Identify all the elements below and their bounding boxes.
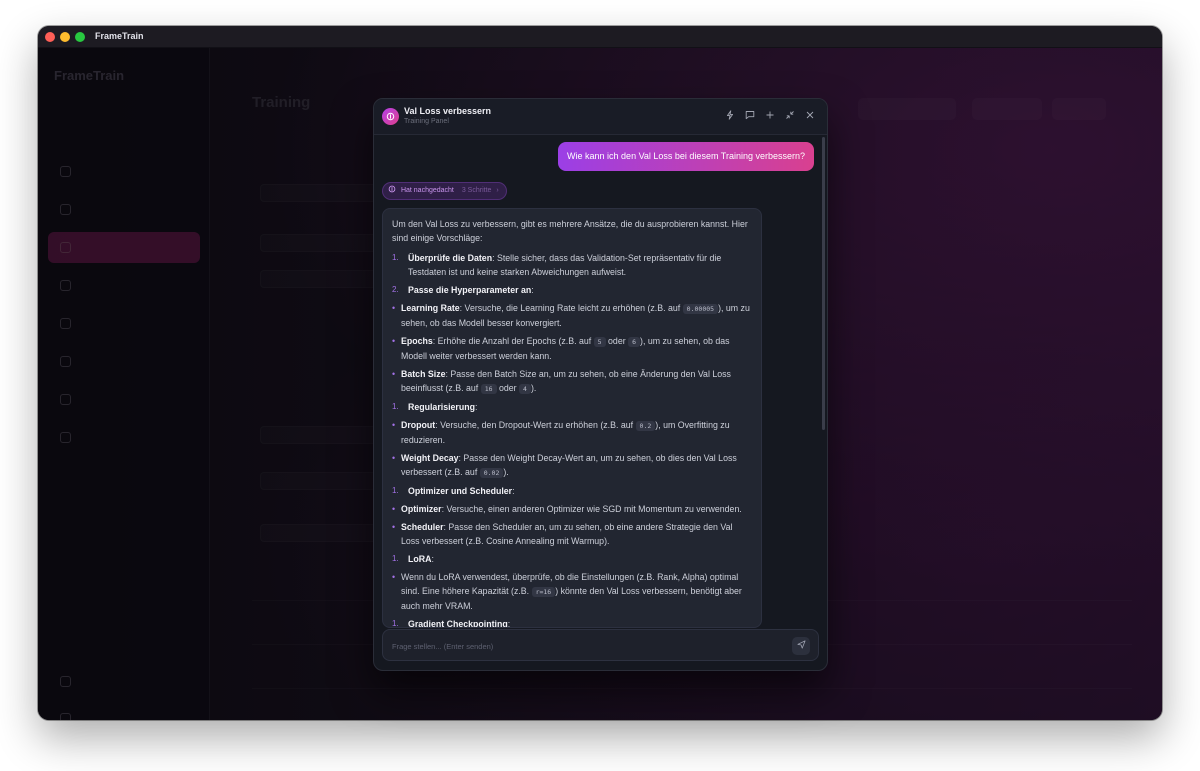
lightning-icon[interactable] (723, 110, 737, 124)
list-item: • Dropout: Versuche, den Dropout-Wert zu … (392, 418, 752, 447)
assistant-list: 1. Überprüfe die Daten: Stelle sicher, da… (392, 251, 752, 628)
collapse-icon[interactable] (783, 110, 797, 124)
item-text: : (531, 285, 534, 295)
number-marker: 1. (392, 486, 399, 495)
list-item: 2. Passe die Hyperparameter an: (392, 283, 752, 297)
code-value: 6 (628, 337, 641, 347)
item-term: Optimizer und Scheduler (408, 486, 513, 496)
bullet-marker: • (392, 504, 396, 514)
chat-composer (382, 629, 819, 661)
list-item: • Wenn du LoRA verwendest, überprüfe, ob … (392, 570, 752, 613)
code-value: 5 (593, 337, 606, 347)
chevron-right-icon: › (496, 187, 499, 194)
item-term: Optimizer (401, 504, 442, 514)
chat-icon[interactable] (743, 110, 757, 124)
close-icon[interactable] (803, 110, 817, 124)
send-icon (796, 640, 806, 649)
list-item: • Weight Decay: Passe den Weight Decay-We… (392, 451, 752, 480)
bullet-marker: • (392, 453, 396, 463)
item-text: : Passe den Scheduler an, um zu sehen, o… (401, 522, 733, 546)
item-text: : Erhöhe die Anzahl der Epochs (z.B. auf (432, 336, 594, 346)
list-item: 1. Optimizer und Scheduler: (392, 484, 752, 498)
item-term: Überprüfe die Daten (408, 253, 493, 263)
chat-title: Val Loss verbessern (404, 106, 492, 116)
list-item: • Epochs: Erhöhe die Anzahl der Epochs (z… (392, 334, 752, 363)
number-marker: 1. (392, 402, 399, 411)
code-value: 4 (519, 384, 531, 394)
number-marker: 2. (392, 285, 399, 294)
list-item: • Optimizer: Versuche, einen anderen Opti… (392, 502, 752, 516)
bullet-marker: • (392, 336, 396, 346)
thought-duration: 3 Schritte (461, 187, 492, 194)
assistant-intro: Um den Val Loss zu verbessern, gibt es m… (392, 219, 748, 243)
sparkle-icon (388, 185, 396, 193)
item-term: Weight Decay (401, 453, 459, 463)
item-term: Epochs (401, 336, 433, 346)
item-term: Passe die Hyperparameter an (408, 285, 532, 295)
item-term: Dropout (401, 420, 436, 430)
item-text: : (474, 402, 478, 412)
bullet-marker: • (392, 420, 396, 430)
item-term: Scheduler (401, 522, 444, 532)
list-item: 1. Gradient Checkpointing: (392, 617, 752, 628)
item-term: Batch Size (401, 369, 446, 379)
sparkle-icon (382, 108, 399, 125)
code-value: 0.00005 (682, 304, 719, 314)
item-text: : (431, 554, 434, 564)
code-value: 0.2 (635, 421, 656, 431)
item-text: oder (605, 336, 629, 346)
item-term: Gradient Checkpointing (408, 619, 508, 628)
title-bar: FrameTrain (38, 26, 1162, 48)
send-button[interactable] (792, 637, 810, 655)
code-value: r=16 (531, 587, 556, 597)
item-text: : Passe den Batch Size an, um zu sehen, … (401, 369, 731, 393)
item-term: Learning Rate (401, 303, 460, 313)
number-marker: 1. (392, 619, 399, 628)
item-text: : (512, 486, 515, 496)
thought-label: Hat nachgedacht (400, 187, 454, 194)
item-text: oder (496, 383, 520, 393)
chat-subtitle: Training Panel (404, 118, 449, 125)
plus-icon[interactable] (763, 110, 777, 124)
code-value: 0.02 (479, 468, 504, 478)
bullet-marker: • (392, 572, 396, 582)
item-text: : Versuche, den Dropout-Wert zu erhöhen … (435, 420, 636, 430)
list-item: • Batch Size: Passe den Batch Size an, um… (392, 367, 752, 396)
list-item: • Scheduler: Passe den Scheduler an, um z… (392, 520, 752, 548)
number-marker: 1. (392, 554, 399, 563)
item-text: : Versuche, die Learning Rate leicht zu … (459, 303, 683, 313)
chat-header: Val Loss verbessern Training Panel (374, 99, 827, 135)
list-item: 1. Überprüfe die Daten: Stelle sicher, da… (392, 251, 752, 279)
list-item: 1. Regularisierung: (392, 400, 752, 414)
number-marker: 1. (392, 253, 399, 262)
bullet-marker: • (392, 369, 396, 379)
list-item: 1. LoRA: (392, 552, 752, 566)
minimize-window-button[interactable] (60, 32, 70, 42)
chat-input[interactable] (392, 638, 782, 654)
item-text: : Versuche, einen anderen Optimizer wie … (441, 504, 742, 514)
item-term: LoRA (408, 554, 432, 564)
bullet-marker: • (392, 522, 396, 532)
code-value: 16 (480, 384, 497, 394)
window-title: FrameTrain (95, 31, 144, 41)
item-text: ). (530, 383, 537, 393)
user-message: Wie kann ich den Val Loss bei diesem Tra… (558, 142, 814, 171)
chat-dialog: Val Loss verbessern Training Panel Wie k… (373, 98, 828, 671)
item-text: : (507, 619, 511, 628)
item-text: ). (503, 467, 509, 477)
bullet-marker: • (392, 303, 396, 313)
zoom-window-button[interactable] (75, 32, 85, 42)
chat-scrollbar[interactable] (822, 137, 825, 430)
list-item: • Learning Rate: Versuche, die Learning R… (392, 301, 752, 330)
item-term: Regularisierung (408, 402, 475, 412)
assistant-message: Um den Val Loss zu verbessern, gibt es m… (382, 208, 762, 628)
close-window-button[interactable] (45, 32, 55, 42)
thought-toggle[interactable]: Hat nachgedacht 3 Schritte › (382, 182, 507, 200)
